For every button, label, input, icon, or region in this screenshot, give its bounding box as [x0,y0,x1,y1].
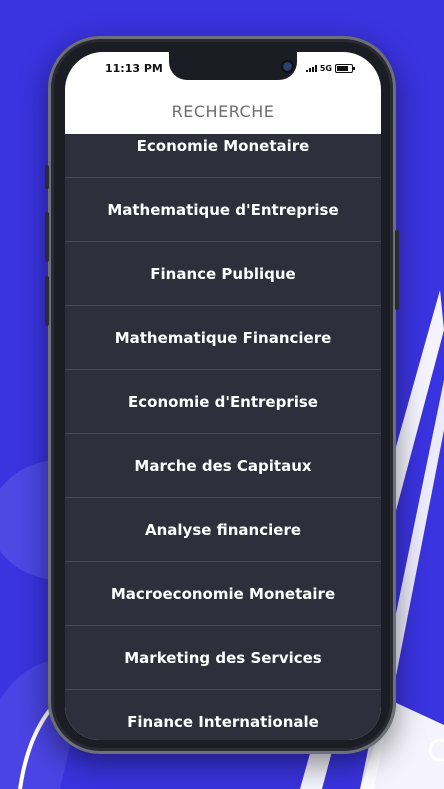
list-item[interactable]: Macroeconomie Monetaire [65,562,381,626]
phone-screen: 11:13 PM 5G RECHERCHE Economie Monetaire… [65,52,381,740]
notch [169,52,297,80]
power-button [395,230,399,310]
list-item-label: Economie Monetaire [136,137,310,155]
camera-icon [281,60,294,73]
list-item-label: Mathematique Financiere [114,328,332,347]
list-item-label: Marketing des Services [124,648,322,667]
list-item-label: Finance Publique [150,264,296,283]
list-item-label: Mathematique d'Entreprise [107,200,339,219]
list-item-label: Macroeconomie Monetaire [110,584,336,603]
volume-up-button [45,212,49,262]
list-item[interactable]: Analyse financiere [65,498,381,562]
page-title: RECHERCHE [171,102,275,121]
network-label: 5G [319,64,332,73]
list-item[interactable]: Economie d'Entreprise [65,370,381,434]
list-item[interactable]: Finance Publique [65,242,381,306]
list-item[interactable]: Marketing des Services [65,626,381,690]
list-item[interactable]: Marche des Capitaux [65,434,381,498]
list-item[interactable]: Mathematique Financiere [65,306,381,370]
list-item[interactable]: Economie Monetaire [65,134,381,178]
list-item[interactable]: Mathematique d'Entreprise [65,178,381,242]
volume-down-button [45,276,49,326]
list-item-label: Economie d'Entreprise [128,392,318,411]
course-list[interactable]: Economie Monetaire Mathematique d'Entrep… [65,134,381,740]
battery-icon [335,64,355,73]
list-item-label: Analyse financiere [144,520,302,539]
mute-switch [45,165,49,189]
status-indicators: 5G [305,64,355,73]
list-item-label: Finance Internationale [127,712,319,731]
status-time: 11:13 PM [105,62,163,75]
list-item-label: Marche des Capitaux [134,456,312,475]
signal-icon [305,65,317,72]
list-item[interactable]: Finance Internationale [65,690,381,740]
